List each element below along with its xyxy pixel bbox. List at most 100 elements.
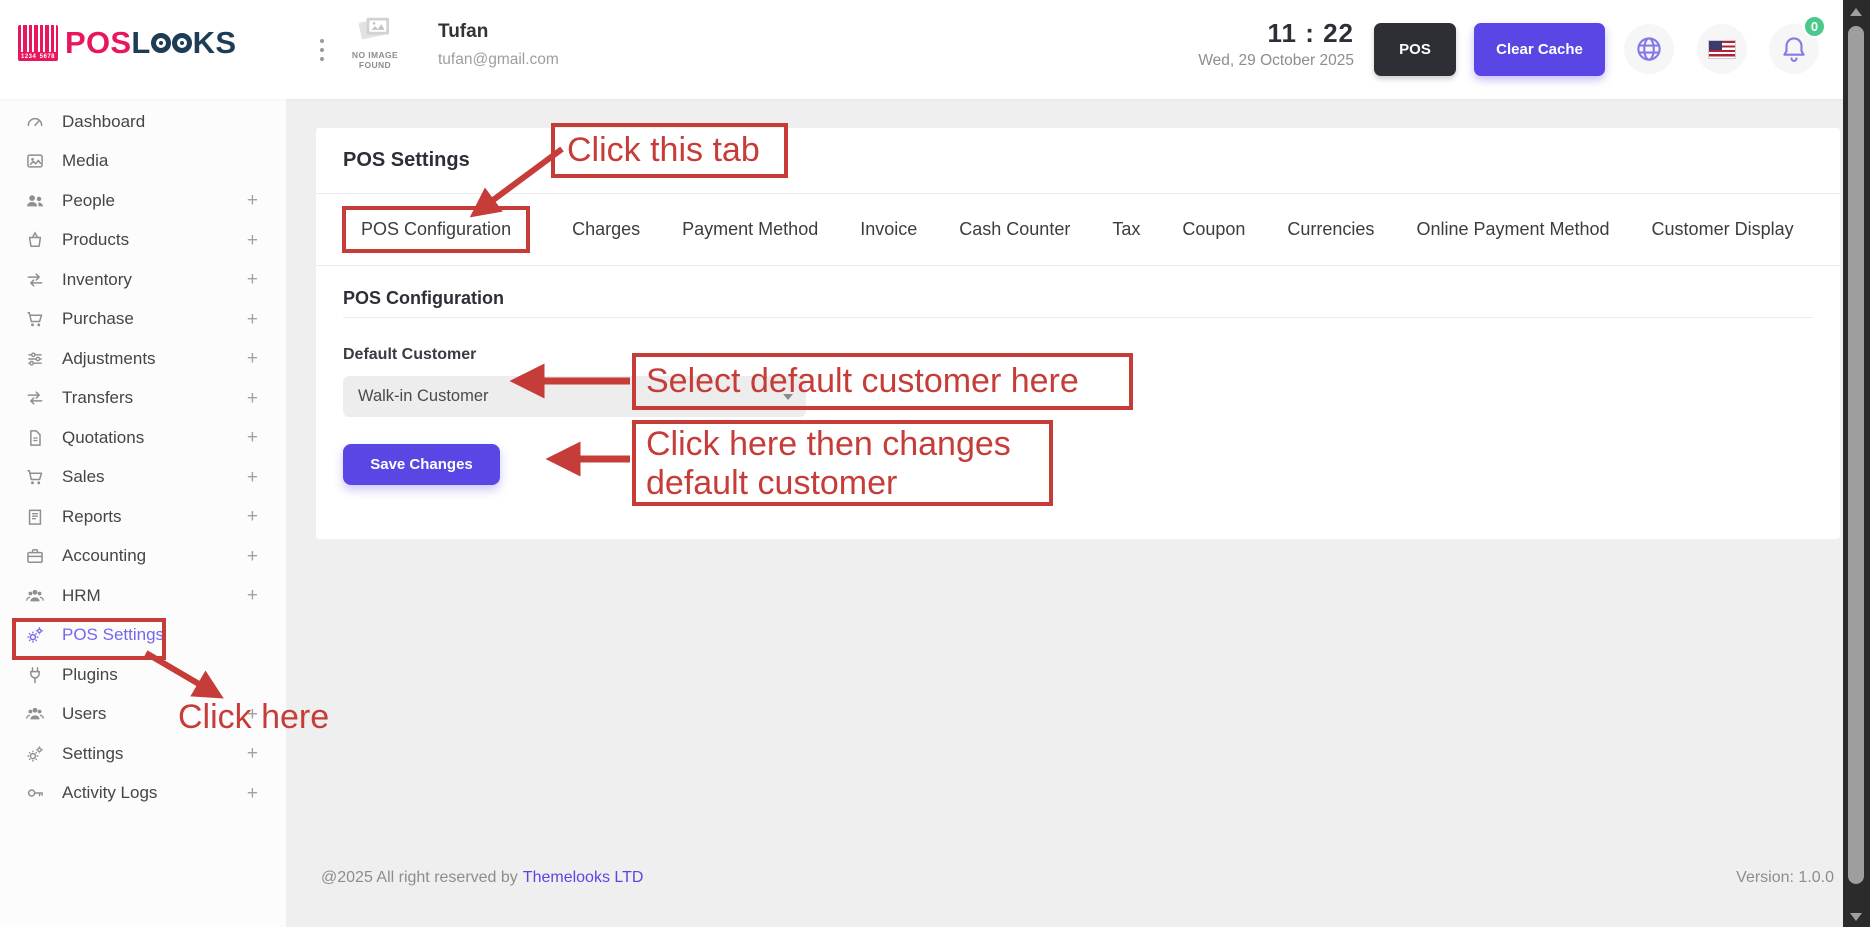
save-changes-button[interactable]: Save Changes (343, 444, 500, 485)
sidebar-item-label: Sales (62, 467, 105, 487)
tab-customer-display[interactable]: Customer Display (1652, 219, 1794, 240)
sidebar-item-accounting[interactable]: Accounting (0, 537, 286, 577)
expand-plus-icon[interactable] (247, 784, 258, 803)
expand-plus-icon[interactable] (247, 744, 258, 763)
plug-icon (25, 665, 45, 685)
sidebar-item-inventory[interactable]: Inventory (0, 260, 286, 300)
expand-plus-icon[interactable] (247, 349, 258, 368)
sidebar-item-settings[interactable]: Settings (0, 734, 286, 774)
expand-plus-icon[interactable] (247, 547, 258, 566)
sidebar-item-purchase[interactable]: Purchase (0, 300, 286, 340)
sidebar-item-label: Quotations (62, 428, 144, 448)
users3-icon (25, 586, 45, 606)
expand-plus-icon[interactable] (247, 428, 258, 447)
tab-payment-method[interactable]: Payment Method (682, 219, 818, 240)
tab-online-payment-method[interactable]: Online Payment Method (1416, 219, 1609, 240)
clock-date: Wed, 29 October 2025 (1198, 52, 1354, 70)
sidebar-item-quotations[interactable]: Quotations (0, 418, 286, 458)
tab-label: Coupon (1182, 219, 1245, 239)
bell-icon (1779, 34, 1809, 64)
sidebar-item-media[interactable]: Media (0, 142, 286, 182)
sidebar-item-sales[interactable]: Sales (0, 458, 286, 498)
sidebar-item-products[interactable]: Products (0, 221, 286, 261)
users3-icon (25, 704, 45, 724)
pos-admin-app: 1234 5678 POS LKS NO IMAGE FOUND Tufan t… (0, 0, 1870, 927)
sidebar-item-label: Transfers (62, 388, 133, 408)
tab-currencies[interactable]: Currencies (1287, 219, 1374, 240)
page-scrollbar[interactable] (1843, 0, 1870, 927)
tab-charges[interactable]: Charges (572, 219, 640, 240)
us-flag-icon (1708, 40, 1736, 59)
key-icon (25, 783, 45, 803)
sidebar-item-label: Plugins (62, 665, 118, 685)
top-header: 1234 5678 POS LKS NO IMAGE FOUND Tufan t… (0, 0, 1870, 99)
expand-plus-icon[interactable] (247, 389, 258, 408)
no-image-caption: NO IMAGE FOUND (344, 50, 406, 70)
expand-plus-icon[interactable] (247, 191, 258, 210)
tab-label: Cash Counter (959, 219, 1070, 239)
sidebar-item-plugins[interactable]: Plugins (0, 655, 286, 695)
doc-icon (25, 507, 45, 527)
expand-plus-icon[interactable] (247, 507, 258, 526)
sidebar-item-activity-logs[interactable]: Activity Logs (0, 774, 286, 814)
sidebar-item-users[interactable]: Users (0, 695, 286, 735)
header-clock: 11 : 22 Wed, 29 October 2025 (1198, 18, 1354, 70)
expand-plus-icon[interactable] (247, 231, 258, 250)
sidebar-item-dashboard[interactable]: Dashboard (0, 102, 286, 142)
sidebar-item-adjustments[interactable]: Adjustments (0, 339, 286, 379)
logo-text-pos: POS (65, 25, 131, 61)
sidebar-item-label: POS Settings (62, 625, 164, 645)
image-icon (25, 151, 45, 171)
expand-plus-icon[interactable] (247, 468, 258, 487)
expand-plus-icon[interactable] (247, 310, 258, 329)
scrollbar-thumb[interactable] (1848, 26, 1864, 884)
sidebar-item-people[interactable]: People (0, 181, 286, 221)
tab-cash-counter[interactable]: Cash Counter (959, 219, 1070, 240)
expand-plus-icon[interactable] (247, 270, 258, 289)
expand-plus-icon[interactable] (247, 586, 258, 605)
pos-settings-card: POS Settings POS Configuration Charges P… (316, 128, 1840, 539)
sidebar-item-hrm[interactable]: HRM (0, 576, 286, 616)
user-name: Tufan (438, 21, 488, 43)
sidebar-item-transfers[interactable]: Transfers (0, 379, 286, 419)
language-globe-button[interactable] (1624, 24, 1674, 74)
sidebar-item-label: Dashboard (62, 112, 145, 132)
default-customer-select[interactable]: Walk-in Customer (343, 376, 806, 417)
sidebar-item-label: Purchase (62, 309, 134, 329)
case-icon (25, 546, 45, 566)
tab-label: Tax (1112, 219, 1140, 239)
tab-pos-configuration[interactable]: POS Configuration (342, 206, 530, 253)
barcode-digits-right: 5678 (40, 54, 55, 60)
tab-label: Online Payment Method (1416, 219, 1609, 239)
sidebar-item-reports[interactable]: Reports (0, 497, 286, 537)
tab-coupon[interactable]: Coupon (1182, 219, 1245, 240)
sidebar-item-label: Products (62, 230, 129, 250)
locale-flag-button[interactable] (1697, 24, 1747, 74)
scrollbar-up-arrow-icon[interactable] (1850, 8, 1862, 16)
tab-invoice[interactable]: Invoice (860, 219, 917, 240)
tab-label: Payment Method (682, 219, 818, 239)
user-avatar[interactable]: NO IMAGE FOUND (344, 13, 406, 70)
barcode-logo-icon: 1234 5678 (18, 25, 58, 61)
user-email: tufan@gmail.com (438, 51, 559, 69)
logo-text-looks: LKS (131, 25, 236, 61)
page-title: POS Settings (316, 128, 1840, 194)
expand-plus-icon[interactable] (247, 705, 258, 724)
sidebar-item-label: HRM (62, 586, 101, 606)
scrollbar-down-arrow-icon[interactable] (1850, 913, 1862, 921)
file-icon (25, 428, 45, 448)
clear-cache-button[interactable]: Clear Cache (1474, 23, 1605, 76)
themelooks-link[interactable]: Themelooks LTD (523, 869, 644, 886)
gauge-icon (25, 112, 45, 132)
default-customer-value: Walk-in Customer (358, 387, 489, 406)
default-customer-label: Default Customer (343, 346, 1813, 364)
sidebar-item-label: Accounting (62, 546, 146, 566)
sidebar-item-label: Settings (62, 744, 123, 764)
footer-version: Version: 1.0.0 (1736, 869, 1834, 887)
sidebar-collapse-menu-dots-icon[interactable] (318, 37, 326, 63)
pos-button[interactable]: POS (1374, 23, 1456, 76)
tab-tax[interactable]: Tax (1112, 219, 1140, 240)
tab-label: Invoice (860, 219, 917, 239)
sidebar-item-pos-settings[interactable]: POS Settings (0, 616, 286, 656)
brand-logo[interactable]: 1234 5678 POS LKS (18, 25, 236, 61)
